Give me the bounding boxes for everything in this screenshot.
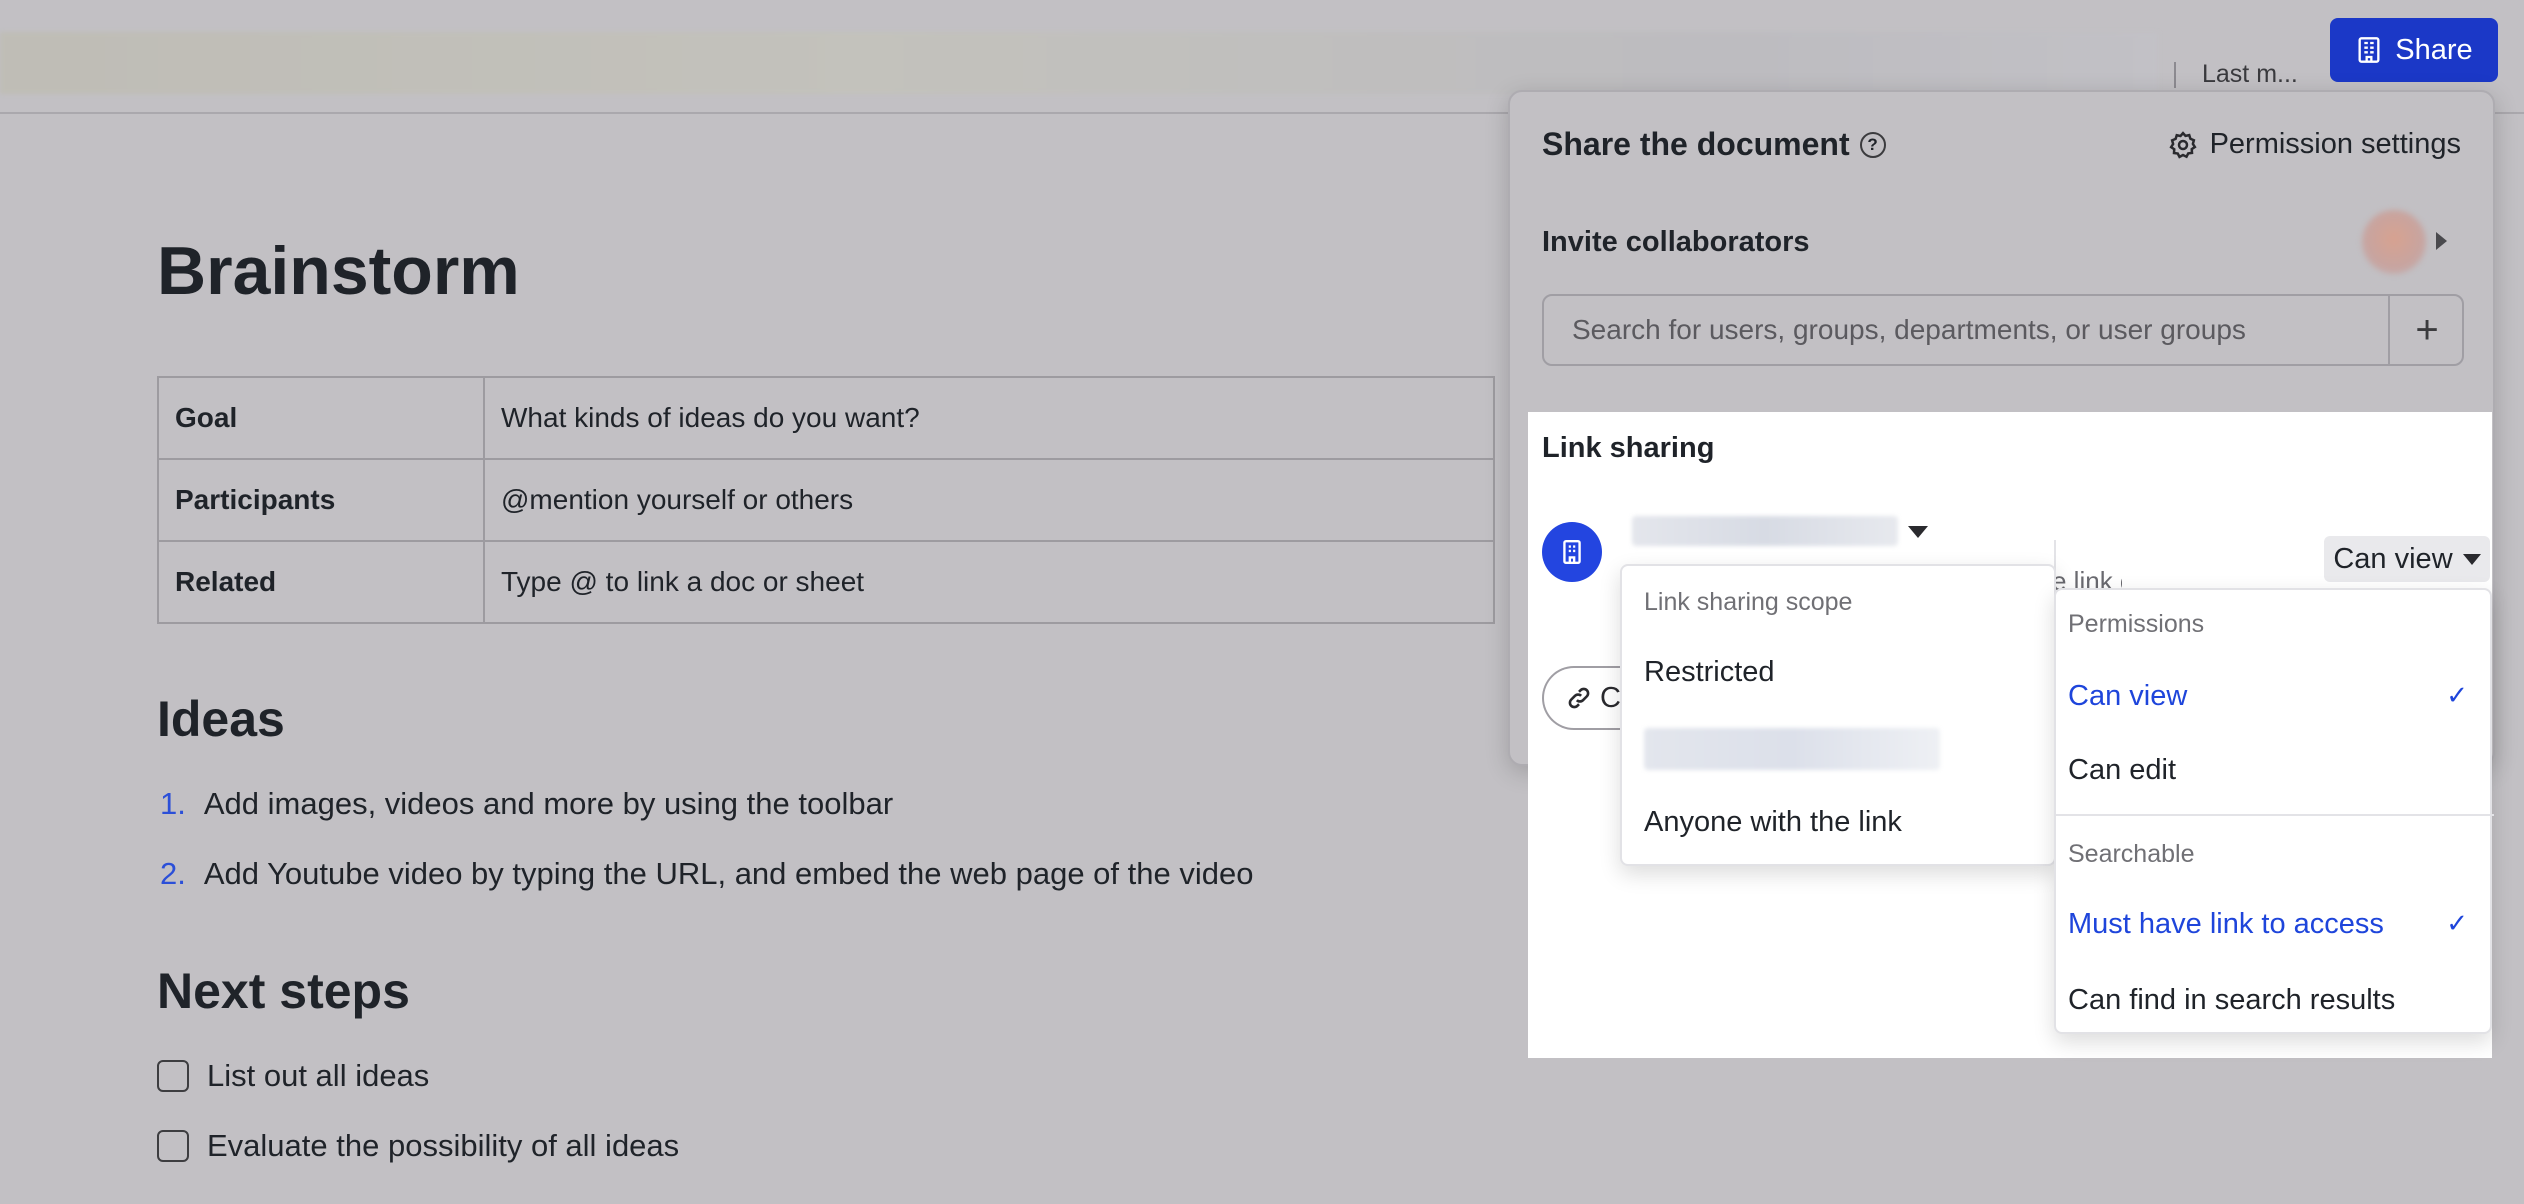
info-table: Goal What kinds of ideas do you want? Pa… <box>157 376 1495 624</box>
caret-down-icon <box>2462 553 2481 565</box>
list-item[interactable]: 2. Add Youtube video by typing the URL, a… <box>160 856 1253 892</box>
link-permission-label: Can view <box>2333 542 2453 575</box>
gear-icon <box>2168 130 2197 159</box>
list-item-text: Add Youtube video by typing the URL, and… <box>203 856 1254 891</box>
link-icon <box>1568 687 1590 709</box>
collaborator-search-box: + <box>1542 294 2464 366</box>
ideas-heading[interactable]: Ideas <box>157 690 285 748</box>
scope-option-anyone[interactable]: Anyone with the link <box>1644 806 1902 839</box>
building-icon <box>2358 37 2380 63</box>
check-icon: ✓ <box>2446 908 2468 938</box>
menu-divider <box>2056 814 2494 816</box>
list-item-text: Add images, videos and more by using the… <box>203 786 894 821</box>
table-key-cell[interactable]: Goal <box>157 376 485 460</box>
share-panel-title-text: Share the document <box>1542 126 1850 162</box>
share-button[interactable]: Share <box>2330 18 2498 82</box>
table-row: Goal What kinds of ideas do you want? <box>157 376 1495 460</box>
table-key-cell[interactable]: Related <box>157 540 485 624</box>
link-permission-dropdown[interactable]: Can view <box>2324 536 2490 582</box>
table-row: Participants @mention yourself or others <box>157 458 1495 542</box>
building-icon <box>1563 539 1581 565</box>
blurred-toolbar <box>0 32 2158 94</box>
caret-right-icon[interactable] <box>2436 232 2447 250</box>
list-number: 2. <box>160 856 186 891</box>
list-number: 1. <box>160 786 186 821</box>
todo-item[interactable]: List out all ideas <box>157 1058 429 1094</box>
copy-link-label: C <box>1600 681 1621 714</box>
todo-item-text: List out all ideas <box>207 1058 430 1093</box>
table-value-cell[interactable]: What kinds of ideas do you want? <box>483 376 1495 460</box>
permission-settings-label: Permission settings <box>2209 128 2461 160</box>
scope-option-organization[interactable] <box>1644 728 1940 770</box>
share-panel-title: Share the document ? <box>1542 126 1886 163</box>
todo-item[interactable]: Evaluate the possibility of all ideas <box>157 1128 679 1164</box>
invite-collaborators-label: Invite collaborators <box>1542 226 1810 258</box>
next-steps-heading[interactable]: Next steps <box>157 962 410 1020</box>
permissions-header: Permissions <box>2068 610 2205 638</box>
searchable-header: Searchable <box>2068 840 2195 868</box>
table-value-cell[interactable]: Type @ to link a doc or sheet <box>483 540 1495 624</box>
searchable-option-link-only[interactable]: Must have link to access <box>2068 908 2384 941</box>
share-button-label: Share <box>2395 33 2473 66</box>
collaborator-search-input[interactable] <box>1544 296 2386 364</box>
add-collaborator-button[interactable]: + <box>2388 296 2464 364</box>
link-scope-menu: Link sharing scope Restricted Anyone wit… <box>1620 564 2056 866</box>
scope-option-restricted[interactable]: Restricted <box>1644 656 1775 689</box>
table-key-cell[interactable]: Participants <box>157 458 485 542</box>
permission-option-can-view[interactable]: Can view <box>2068 680 2187 713</box>
permission-settings-button[interactable]: Permission settings <box>2168 128 2461 161</box>
scope-caret-down-icon[interactable] <box>1908 526 1928 538</box>
document-title[interactable]: Brainstorm <box>157 232 520 310</box>
help-icon[interactable]: ? <box>1859 131 1886 158</box>
table-value-cell[interactable]: @mention yourself or others <box>483 458 1495 542</box>
check-icon: ✓ <box>2446 680 2468 710</box>
permissions-menu: Permissions Can view ✓ Can edit Searchab… <box>2054 588 2494 1034</box>
table-row: Related Type @ to link a doc or sheet <box>157 540 1495 624</box>
last-modified-text: Last m... <box>2202 60 2298 88</box>
todo-item-text: Evaluate the possibility of all ideas <box>207 1128 680 1163</box>
permission-option-can-edit[interactable]: Can edit <box>2068 754 2176 787</box>
link-sharing-title: Link sharing <box>1542 432 1715 464</box>
todo-checkbox[interactable] <box>157 1130 189 1162</box>
list-item[interactable]: 1. Add images, videos and more by using t… <box>160 786 893 822</box>
copy-link-button[interactable]: C <box>1542 666 1622 730</box>
toolbar-divider <box>2174 62 2176 88</box>
avatar[interactable] <box>2362 210 2426 274</box>
link-scope-header: Link sharing scope <box>1644 588 1853 616</box>
blurred-scope-label <box>1632 516 1898 546</box>
organization-icon <box>1542 522 1602 582</box>
searchable-option-search-results[interactable]: Can find in search results <box>2068 984 2395 1017</box>
todo-checkbox[interactable] <box>157 1060 189 1092</box>
